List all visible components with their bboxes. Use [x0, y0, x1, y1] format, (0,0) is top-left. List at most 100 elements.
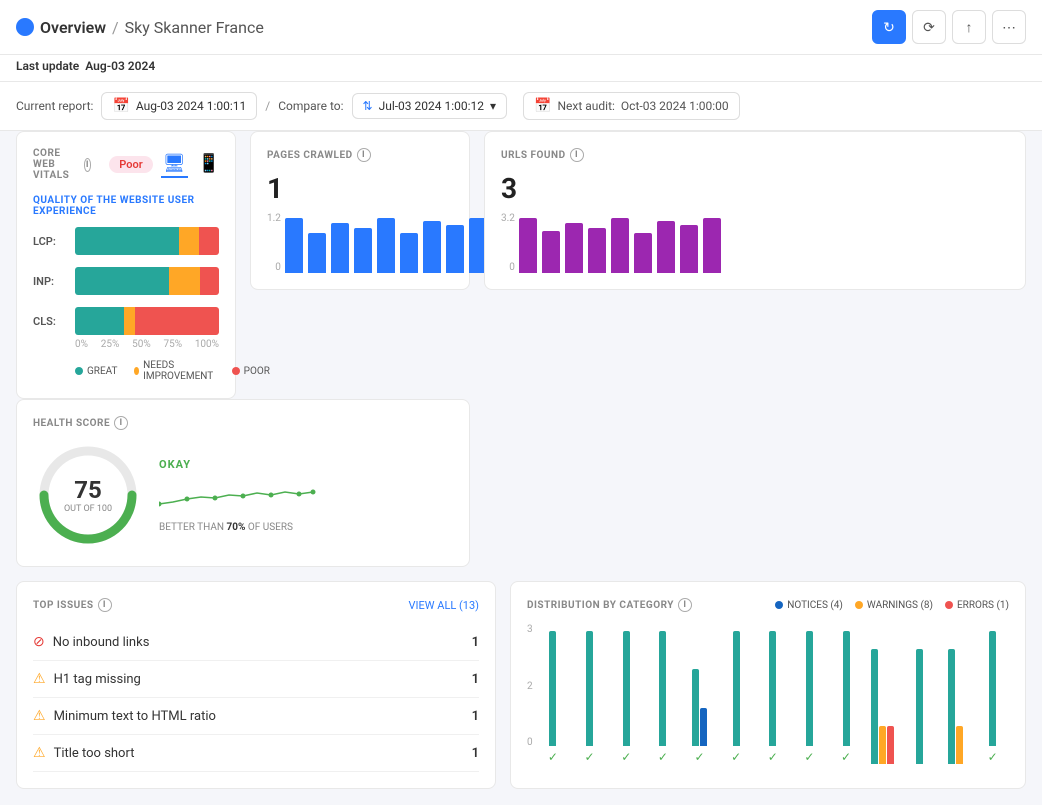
header-actions: ↻ ⟳ ↑ ⋯ — [872, 10, 1026, 44]
breadcrumb: Overview / Sky Skanner France — [16, 18, 264, 37]
current-report-select[interactable]: 📅 Aug-03 2024 1:00:11 — [101, 92, 257, 120]
compare-report-select[interactable]: ⇅ Jul-03 2024 1:00:12 ▾ — [352, 93, 508, 119]
legend-dot — [232, 367, 240, 375]
bar — [400, 233, 418, 273]
metric-row: LCP: — [33, 227, 219, 255]
cwv-info-icon[interactable]: i — [84, 158, 92, 172]
issue-text: No inbound links — [53, 635, 150, 650]
subheader: Last update Aug-03 2024 — [0, 55, 1042, 82]
cwv-metric-bars: LCP: INP: CLS: — [33, 227, 219, 335]
bar — [308, 233, 326, 273]
check-mark: ✓ — [694, 750, 704, 764]
dist-bars-row — [769, 631, 776, 746]
issue-count: 1 — [472, 635, 479, 650]
issue-left: ⚠H1 tag missing — [33, 671, 141, 687]
issue-row: ⚠Minimum text to HTML ratio 1 — [33, 698, 479, 735]
hs-info-icon[interactable]: i — [114, 416, 128, 430]
pc-info-icon[interactable]: i — [357, 148, 371, 162]
cwv-axis: 0% 25% 50% 75% 100% — [75, 339, 219, 350]
bottom-row: TOP ISSUES i VIEW ALL (13) ⊘ No inbound l… — [16, 581, 1026, 789]
uf-info-icon[interactable]: i — [570, 148, 584, 162]
seg-green — [75, 307, 124, 335]
dist-bar-teal — [871, 649, 878, 764]
uf-value: 3 — [501, 172, 1009, 205]
legend-item: GREAT — [75, 360, 118, 382]
uf-scale: 3.2 0 — [501, 213, 515, 273]
dist-bar-group: ✓ — [720, 631, 753, 764]
breadcrumb-page: Sky Skanner France — [125, 18, 264, 37]
dist-bar-teal — [586, 631, 593, 746]
pc-value: 1 — [267, 172, 453, 205]
metric-name: INP: — [33, 275, 65, 288]
dist-bar-group — [903, 649, 936, 764]
distribution-card: DISTRIBUTION BY CATEGORY i NOTICES (4)WA… — [510, 581, 1026, 789]
row2: HEALTH SCORE i 75 OUT OF 100 OKAY — [16, 399, 1026, 567]
dist-bar-group: ✓ — [573, 631, 606, 764]
issues-header: TOP ISSUES i VIEW ALL (13) — [33, 598, 479, 612]
cwv-subtitle: QUALITY OF THE WEBSITE USER EXPERIENCE — [33, 195, 219, 217]
refresh-button[interactable]: ↻ — [872, 10, 906, 44]
issues-list: ⊘No inbound links1⚠H1 tag missing1⚠Minim… — [33, 624, 479, 772]
bar — [542, 231, 560, 273]
dist-bar-teal — [916, 649, 923, 764]
warning-icon: ⚠ — [33, 708, 46, 724]
pc-scale: 1.2 0 — [267, 213, 281, 273]
seg-green — [75, 267, 169, 295]
issue-count: 1 — [472, 672, 479, 687]
bar — [331, 223, 349, 273]
check-mark: ✓ — [621, 750, 631, 764]
check-mark: ✓ — [768, 750, 778, 764]
hs-pct: 70% — [226, 522, 245, 533]
ti-info-icon[interactable]: i — [98, 598, 112, 612]
next-audit-date: Oct-03 2024 1:00:00 — [621, 99, 729, 113]
compare-report-date: Jul-03 2024 1:00:12 — [379, 99, 484, 113]
current-report-date: Aug-03 2024 1:00:11 — [136, 99, 246, 113]
issue-text: Title too short — [54, 746, 135, 761]
breadcrumb-sep: / — [112, 18, 119, 37]
share-button[interactable]: ⟳ — [912, 10, 946, 44]
pc-bars — [285, 213, 487, 273]
top-issues-card: TOP ISSUES i VIEW ALL (13) ⊘ No inbound l… — [16, 581, 496, 789]
more-button[interactable]: ⋯ — [992, 10, 1026, 44]
metric-row: CLS: — [33, 307, 219, 335]
next-audit-icon: 📅 — [534, 98, 551, 114]
seg-red — [200, 267, 219, 295]
seg-orange — [124, 307, 136, 335]
desktop-icon[interactable]: 🖥 — [161, 151, 188, 178]
dist-bars-row — [871, 649, 894, 764]
check-mark: ✓ — [804, 750, 814, 764]
next-audit-label: Next audit: — [557, 99, 614, 113]
dist-bars-row — [843, 631, 850, 746]
bar — [565, 223, 583, 273]
mobile-icon[interactable]: 📱 — [196, 151, 222, 178]
dist-bars-row — [916, 649, 923, 764]
dist-bars-row — [948, 649, 963, 764]
hs-sparkline — [159, 479, 319, 514]
calendar-icon: 📅 — [112, 98, 129, 114]
seg-red — [199, 227, 219, 255]
dist-bar-teal — [659, 631, 666, 746]
issue-left: ⚠Title too short — [33, 745, 134, 761]
legend-label: POOR — [244, 366, 270, 377]
dist-bar-group: ✓ — [537, 631, 570, 764]
bar — [423, 221, 441, 273]
issue-count: 1 — [472, 709, 479, 724]
seg-orange — [179, 227, 199, 255]
dist-legend-item: NOTICES (4) — [775, 600, 843, 611]
dist-legend-label: ERRORS (1) — [957, 600, 1009, 611]
compare-label: Compare to: — [278, 99, 343, 113]
health-content: 75 OUT OF 100 OKAY — [33, 440, 453, 550]
metric-name: LCP: — [33, 235, 65, 248]
issue-left: ⚠Minimum text to HTML ratio — [33, 708, 216, 724]
bar — [703, 218, 721, 273]
dist-legend-label: NOTICES (4) — [787, 600, 843, 611]
dist-header: DISTRIBUTION BY CATEGORY i NOTICES (4)WA… — [527, 598, 1009, 612]
export-button[interactable]: ↑ — [952, 10, 986, 44]
seg-red — [135, 307, 219, 335]
view-all-link[interactable]: VIEW ALL (13) — [409, 599, 479, 612]
metric-row: INP: — [33, 267, 219, 295]
legend-label: GREAT — [87, 366, 118, 377]
dist-info-icon[interactable]: i — [678, 598, 692, 612]
error-icon: ⊘ — [33, 634, 45, 650]
issue-row: ⚠Title too short1 — [33, 735, 479, 772]
